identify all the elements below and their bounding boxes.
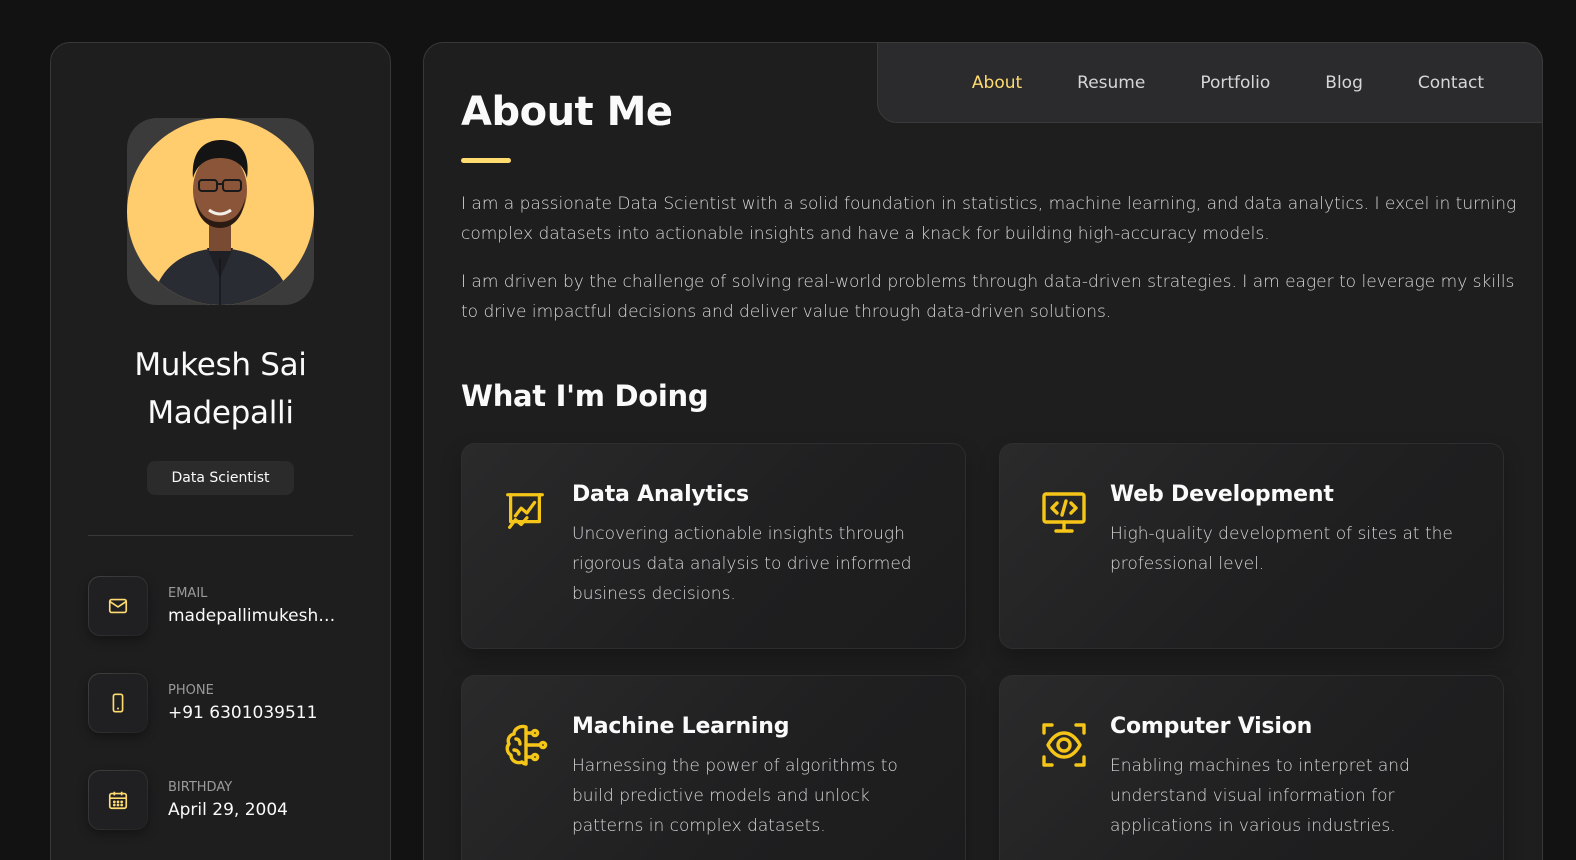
code-monitor-icon — [1040, 489, 1088, 537]
profile-name-line2: Madepalli — [147, 395, 294, 431]
service-card-data-analytics: Data Analytics Uncovering actionable ins… — [461, 443, 966, 649]
service-card-web-development: Web Development High-quality development… — [999, 443, 1504, 649]
section-title-doing: What I'm Doing — [461, 379, 709, 413]
card-text: Enabling machines to interpret and under… — [1110, 756, 1410, 836]
birthday-value: April 29, 2004 — [168, 800, 288, 820]
service-card-machine-learning: Machine Learning Harnessing the power of… — [461, 675, 966, 860]
email-link[interactable]: madepallimukesh@... — [168, 606, 351, 626]
avatar-photo — [127, 118, 314, 305]
avatar — [127, 118, 314, 305]
mail-icon — [88, 576, 148, 636]
contact-item-birthday: BIRTHDAY April 29, 2004 — [88, 770, 353, 830]
nav-blog[interactable]: Blog — [1325, 73, 1363, 93]
phone-link[interactable]: +91 6301039511 — [168, 703, 351, 723]
contact-item-phone: PHONE +91 6301039511 — [88, 673, 353, 733]
profile-name-line1: Mukesh Sai — [134, 347, 307, 383]
nav-about[interactable]: About — [972, 73, 1022, 93]
calendar-icon — [88, 770, 148, 830]
contact-label: BIRTHDAY — [168, 780, 233, 795]
nav-portfolio[interactable]: Portfolio — [1200, 73, 1270, 93]
navbar: About Resume Portfolio Blog Contact — [877, 42, 1543, 123]
chart-board-icon — [502, 489, 550, 537]
service-card-computer-vision: Computer Vision Enabling machines to int… — [999, 675, 1504, 860]
profile-name: Mukesh Sai Madepalli — [88, 341, 353, 437]
contact-list: EMAIL madepallimukesh@... PHONE +91 6301… — [88, 576, 353, 830]
main-content: About Resume Portfolio Blog Contact Abou… — [423, 42, 1543, 860]
card-text: Uncovering actionable insights through r… — [572, 524, 912, 604]
brain-circuit-icon — [502, 721, 550, 769]
about-paragraph-1: I am a passionate Data Scientist with a … — [461, 194, 1517, 244]
sidebar-divider — [88, 535, 353, 536]
card-title: Machine Learning — [572, 714, 790, 739]
nav-contact[interactable]: Contact — [1418, 73, 1484, 93]
job-title-badge: Data Scientist — [147, 461, 294, 495]
contact-label: PHONE — [168, 683, 214, 698]
card-title: Data Analytics — [572, 482, 749, 507]
card-text: High-quality development of sites at the… — [1110, 524, 1453, 574]
card-text: Harnessing the power of algorithms to bu… — [572, 756, 898, 836]
card-title: Computer Vision — [1110, 714, 1313, 739]
service-cards: Data Analytics Uncovering actionable ins… — [461, 443, 1504, 860]
nav-resume[interactable]: Resume — [1077, 73, 1145, 93]
title-underline — [461, 158, 511, 163]
contact-label: EMAIL — [168, 586, 208, 601]
card-title: Web Development — [1110, 482, 1334, 507]
phone-icon — [88, 673, 148, 733]
sidebar: Mukesh Sai Madepalli Data Scientist EMAI… — [50, 42, 391, 860]
contact-item-email: EMAIL madepallimukesh@... — [88, 576, 353, 636]
eye-scan-icon — [1040, 721, 1088, 769]
about-paragraph-2: I am driven by the challenge of solving … — [461, 272, 1515, 322]
